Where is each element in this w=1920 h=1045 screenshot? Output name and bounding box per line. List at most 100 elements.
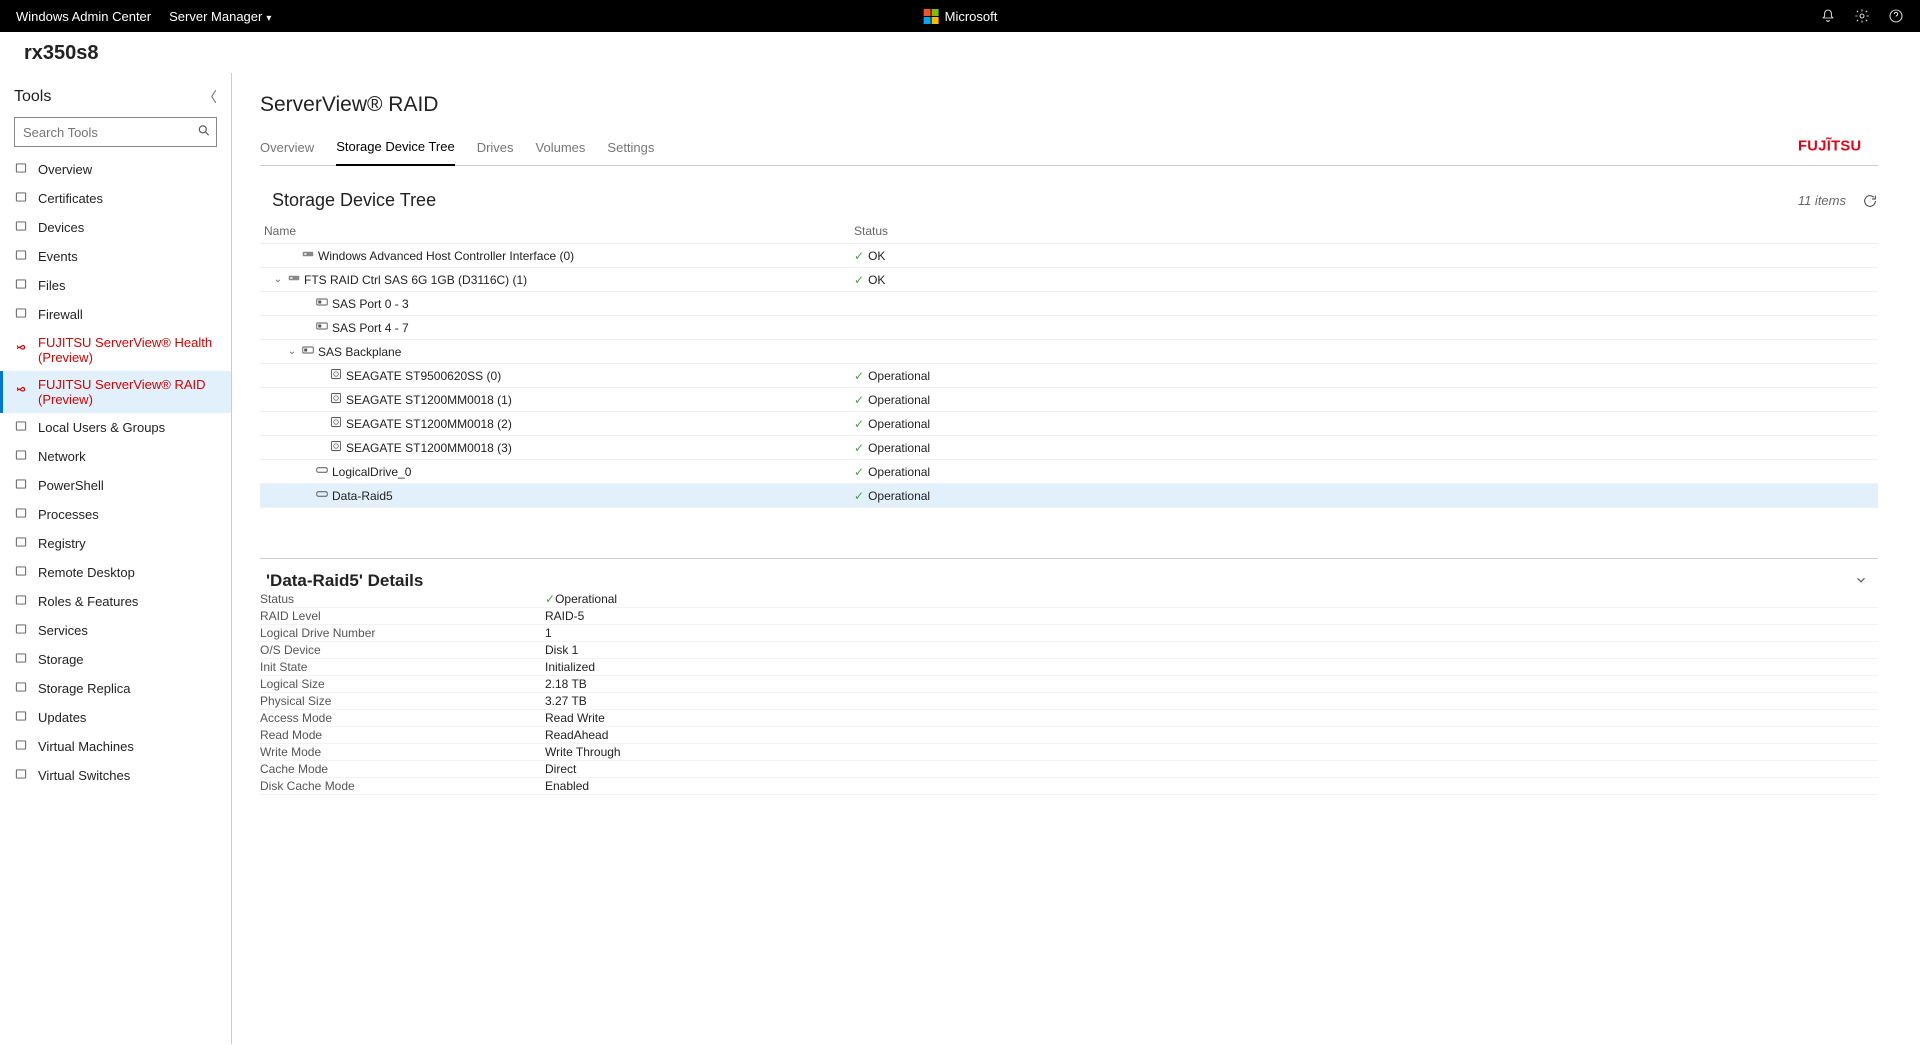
help-icon[interactable] [1888, 8, 1904, 24]
app-name[interactable]: Windows Admin Center [16, 9, 151, 24]
check-icon: ✓ [854, 249, 864, 263]
tool-icon [14, 622, 28, 639]
tool-icon [14, 277, 28, 294]
tools-sidebar: Tools 〈 OverviewCertificatesDevicesEvent… [0, 73, 232, 1044]
detail-value: Read Write [545, 711, 1878, 725]
server-manager-dropdown[interactable]: Server Manager▾ [169, 9, 271, 24]
tool-label: PowerShell [38, 478, 104, 493]
sidebar-item-storage[interactable]: Storage [0, 645, 231, 674]
sidebar-item-powershell[interactable]: PowerShell [0, 471, 231, 500]
refresh-icon[interactable] [1862, 193, 1878, 209]
sidebar-item-registry[interactable]: Registry [0, 529, 231, 558]
col-header-status[interactable]: Status [854, 224, 1878, 238]
tab-volumes[interactable]: Volumes [536, 134, 586, 165]
tree-row[interactable]: SAS Port 0 - 3 [260, 292, 1878, 316]
sidebar-item-files[interactable]: Files [0, 271, 231, 300]
tool-label: Roles & Features [38, 594, 138, 609]
sidebar-item-events[interactable]: Events [0, 242, 231, 271]
tab-overview[interactable]: Overview [260, 134, 314, 165]
tree-row[interactable]: LogicalDrive_0✓Operational [260, 460, 1878, 484]
node-name: Windows Advanced Host Controller Interfa… [318, 249, 574, 263]
microsoft-brand[interactable]: Microsoft [923, 8, 998, 24]
detail-row: Init StateInitialized [260, 659, 1878, 676]
tree-row[interactable]: SAS Port 4 - 7 [260, 316, 1878, 340]
details-collapse-icon[interactable] [1854, 573, 1878, 590]
sidebar-item-roles-features[interactable]: Roles & Features [0, 587, 231, 616]
tab-settings[interactable]: Settings [607, 134, 654, 165]
sidebar-item-certificates[interactable]: Certificates [0, 184, 231, 213]
detail-row: Read ModeReadAhead [260, 727, 1878, 744]
detail-value: ✓Operational [545, 592, 1878, 606]
sidebar-item-updates[interactable]: Updates [0, 703, 231, 732]
detail-row: Logical Size2.18 TB [260, 676, 1878, 693]
check-icon: ✓ [854, 441, 864, 455]
node-icon [316, 464, 328, 479]
tool-label: Files [38, 278, 65, 293]
node-name: SAS Port 0 - 3 [332, 297, 409, 311]
tree-row[interactable]: Windows Advanced Host Controller Interfa… [260, 244, 1878, 268]
notifications-icon[interactable] [1820, 8, 1836, 24]
sidebar-item-services[interactable]: Services [0, 616, 231, 645]
sidebar-item-local-users-groups[interactable]: Local Users & Groups [0, 413, 231, 442]
sidebar-item-fujitsu-serverview-health-preview[interactable]: FUJITSU ServerView® Health (Preview) [0, 329, 231, 371]
detail-value: ReadAhead [545, 728, 1878, 742]
tree-row[interactable]: SEAGATE ST1200MM0018 (1)✓Operational [260, 388, 1878, 412]
sidebar-item-overview[interactable]: Overview [0, 155, 231, 184]
tool-icon [14, 190, 28, 207]
tree-row[interactable]: SEAGATE ST9500620SS (0)✓Operational [260, 364, 1878, 388]
status-text: Operational [868, 393, 930, 407]
status-text: Operational [868, 465, 930, 479]
sidebar-collapse-icon[interactable]: 〈 [203, 87, 217, 107]
tab-storage-device-tree[interactable]: Storage Device Tree [336, 133, 455, 166]
status-text: Operational [868, 369, 930, 383]
detail-value: Enabled [545, 779, 1878, 793]
sidebar-item-fujitsu-serverview-raid-preview[interactable]: FUJITSU ServerView® RAID (Preview) [0, 371, 231, 413]
check-icon: ✓ [854, 465, 864, 479]
node-icon [316, 488, 328, 503]
sidebar-item-remote-desktop[interactable]: Remote Desktop [0, 558, 231, 587]
tree-row[interactable]: ⌄FTS RAID Ctrl SAS 6G 1GB (D3116C) (1)✓O… [260, 268, 1878, 292]
node-icon [330, 368, 342, 383]
sidebar-item-virtual-machines[interactable]: Virtual Machines [0, 732, 231, 761]
tree-row[interactable]: ⌄ SAS Backplane [260, 340, 1878, 364]
sidebar-item-storage-replica[interactable]: Storage Replica [0, 674, 231, 703]
col-header-name[interactable]: Name [264, 224, 854, 238]
tab-drives[interactable]: Drives [477, 134, 514, 165]
sidebar-title: Tools [14, 88, 51, 106]
tool-label: Virtual Switches [38, 768, 130, 783]
tool-label: Storage [38, 652, 84, 667]
tree-row[interactable]: SEAGATE ST1200MM0018 (2)✓Operational [260, 412, 1878, 436]
node-name: SEAGATE ST9500620SS (0) [346, 369, 501, 383]
node-name: SEAGATE ST1200MM0018 (1) [346, 393, 512, 407]
tool-label: Services [38, 623, 88, 638]
settings-icon[interactable] [1854, 8, 1870, 24]
detail-label: Init State [260, 660, 545, 674]
node-icon [330, 416, 342, 431]
sidebar-item-firewall[interactable]: Firewall [0, 300, 231, 329]
sidebar-item-processes[interactable]: Processes [0, 500, 231, 529]
detail-value: 2.18 TB [545, 677, 1878, 691]
sidebar-item-devices[interactable]: Devices [0, 213, 231, 242]
detail-value: Direct [545, 762, 1878, 776]
node-name: SAS Backplane [318, 345, 401, 359]
tool-icon [14, 651, 28, 668]
expand-icon[interactable]: ⌄ [286, 346, 298, 357]
detail-label: Status [260, 592, 545, 606]
detail-label: Access Mode [260, 711, 545, 725]
expand-icon[interactable]: ⌄ [272, 274, 284, 285]
search-tools-input[interactable] [14, 117, 217, 147]
status-text: Operational [868, 441, 930, 455]
page-title: ServerView® RAID [260, 93, 1878, 117]
tool-icon [14, 535, 28, 552]
section-title: Storage Device Tree [260, 190, 436, 211]
tool-label: FUJITSU ServerView® RAID (Preview) [38, 377, 217, 407]
tree-row[interactable]: Data-Raid5✓Operational [260, 484, 1878, 508]
status-text: Operational [868, 489, 930, 503]
sidebar-item-network[interactable]: Network [0, 442, 231, 471]
detail-value: 1 [545, 626, 1878, 640]
tool-label: FUJITSU ServerView® Health (Preview) [38, 335, 217, 365]
tree-row[interactable]: SEAGATE ST1200MM0018 (3)✓Operational [260, 436, 1878, 460]
tool-icon [14, 477, 28, 494]
sidebar-item-virtual-switches[interactable]: Virtual Switches [0, 761, 231, 790]
node-icon [302, 248, 314, 263]
